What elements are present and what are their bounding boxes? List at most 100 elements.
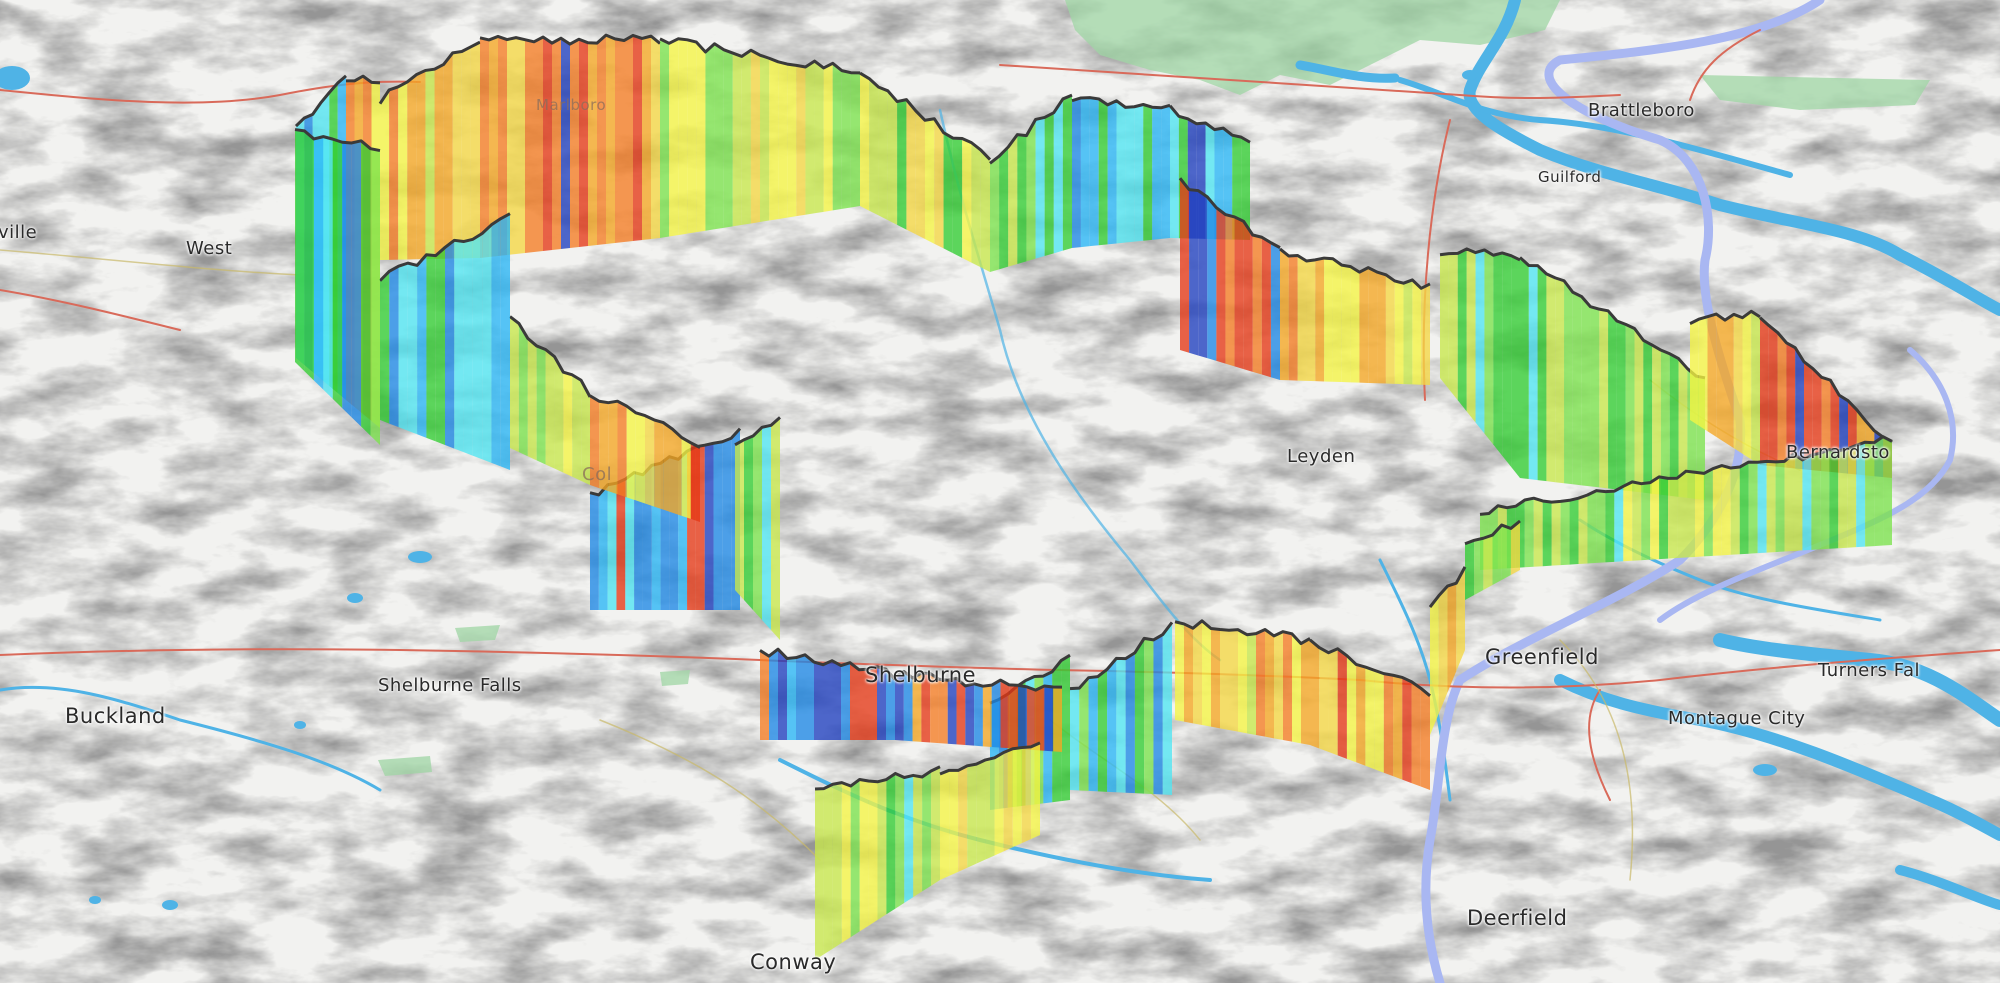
wall-stripe	[787, 64, 797, 218]
wall-stripe	[967, 764, 977, 868]
wall-stripe	[626, 406, 636, 501]
wall-stripe	[787, 657, 796, 740]
wall-stripe	[850, 779, 860, 938]
wall-stripe	[1116, 100, 1126, 244]
wall-stripe	[1193, 620, 1202, 725]
wall-stripe	[1457, 248, 1467, 412]
wall-stripe	[999, 147, 1009, 270]
label-ville: ville	[0, 222, 38, 243]
wall-stripe	[1483, 535, 1493, 590]
wall-stripe	[1440, 253, 1449, 390]
wall-stripe	[1017, 134, 1027, 264]
wall-stripe	[814, 61, 824, 214]
wall-stripe	[1438, 586, 1448, 714]
wall-stripe	[672, 429, 682, 516]
wall-stripe	[1243, 221, 1253, 372]
wall-stripe	[1716, 314, 1725, 443]
wall-stripe	[931, 766, 940, 886]
wall-stripe	[606, 35, 615, 245]
wall-stripe	[654, 419, 664, 510]
wall-stripe	[1420, 688, 1430, 790]
wall-stripe	[1625, 324, 1635, 492]
wall-stripe	[832, 63, 842, 211]
wall-stripe	[1572, 292, 1582, 486]
wall-stripe	[1511, 255, 1520, 478]
wall-stripe	[1730, 467, 1740, 555]
label-buckland: Buckland	[65, 704, 166, 728]
wall-stripe	[1555, 277, 1565, 484]
wall-stripe	[1751, 311, 1760, 465]
wall-stripe	[1578, 495, 1588, 565]
wall-stripe	[389, 86, 399, 260]
terrain-map[interactable]	[0, 0, 2000, 983]
wall-stripe	[778, 61, 788, 220]
wall-stripe	[1766, 461, 1776, 553]
wall-stripe	[554, 356, 564, 473]
wall-stripe	[1341, 265, 1351, 383]
wall-stripe	[351, 140, 362, 427]
wall-stripe	[1623, 481, 1633, 562]
wall-stripe	[426, 254, 436, 442]
wall-stripe	[805, 654, 814, 740]
wall-stripe	[850, 662, 859, 740]
wall-stripe	[814, 662, 823, 740]
wall-stripe	[1310, 639, 1320, 749]
wall-stripe	[1569, 498, 1579, 565]
label-greenfield: Greenfield	[1485, 645, 1599, 669]
wall-stripe	[425, 69, 435, 260]
wall-stripe	[1733, 314, 1743, 454]
wall-stripe	[1650, 476, 1660, 560]
wall-stripe	[1274, 631, 1283, 740]
wall-stripe	[956, 678, 966, 746]
wall-stripe	[1018, 685, 1027, 750]
wall-stripe	[753, 427, 762, 620]
wall-stripe	[417, 254, 427, 438]
wall-stripe	[518, 323, 528, 457]
wall-stripe	[380, 89, 390, 260]
wall-stripe	[1520, 257, 1529, 480]
wall-stripe	[1324, 258, 1333, 382]
wall-stripe	[886, 773, 896, 915]
wall-stripe	[407, 263, 418, 435]
wall-stripe	[681, 437, 691, 519]
wall-stripe	[925, 118, 935, 244]
wall-stripe	[389, 266, 399, 428]
wall-stripe	[958, 765, 968, 872]
wall-stripe	[1634, 328, 1644, 493]
wall-stripe	[887, 90, 898, 225]
wall-stripe	[1411, 681, 1421, 787]
wall-stripe	[1026, 119, 1036, 262]
wall-stripe	[841, 782, 851, 943]
wall-stripe	[877, 779, 887, 920]
wall-stripe	[1134, 104, 1144, 242]
wall-stripe	[744, 436, 753, 610]
wall-stripe	[1546, 273, 1556, 483]
wall-stripe	[1238, 629, 1247, 734]
wall-stripe	[1587, 490, 1597, 564]
wall-stripe	[1229, 629, 1238, 732]
wall-stripe	[778, 649, 787, 740]
wall-stripe	[1035, 685, 1045, 751]
wall-stripe	[1703, 468, 1713, 557]
label-marlboro: Marlboro	[536, 96, 607, 114]
wall-stripe	[922, 770, 932, 892]
label-shelburne-falls: Shelburne Falls	[378, 675, 522, 696]
wall-stripe	[342, 142, 352, 418]
wall-stripe	[1474, 538, 1484, 595]
wall-stripe	[841, 662, 850, 740]
wall-stripe	[735, 439, 744, 600]
wall-stripe	[732, 53, 742, 227]
wall-stripe	[1533, 498, 1543, 567]
wall-stripe	[461, 46, 471, 259]
wall-stripe	[1768, 325, 1778, 467]
wall-stripe	[1377, 272, 1386, 384]
wall-stripe	[663, 422, 673, 513]
wall-stripe	[615, 38, 624, 244]
wall-stripe	[1116, 658, 1126, 793]
wall-stripe	[1528, 265, 1538, 481]
wall-stripe	[1225, 214, 1235, 367]
wall-stripe	[1346, 655, 1357, 763]
label-turners-falls: Turners Fal	[1818, 660, 1920, 681]
wall-stripe	[635, 412, 645, 504]
wall-stripe	[1125, 106, 1135, 243]
